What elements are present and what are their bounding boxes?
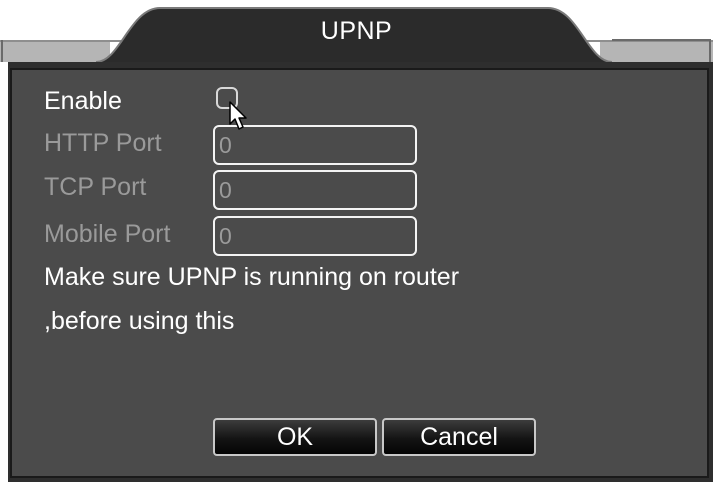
http-port-input[interactable] bbox=[219, 131, 409, 159]
tcp-port-field[interactable] bbox=[213, 170, 417, 210]
mouse-cursor-icon bbox=[229, 101, 247, 130]
tcp-port-input[interactable] bbox=[219, 176, 409, 204]
tcp-port-label: TCP Port bbox=[44, 173, 147, 201]
cancel-button[interactable]: Cancel bbox=[382, 418, 536, 456]
upnp-dialog: UPNP Enable HTTP Port TCP Port Mobile Po… bbox=[0, 0, 713, 482]
ok-button[interactable]: OK bbox=[213, 418, 377, 456]
mobile-port-field[interactable] bbox=[213, 216, 417, 256]
notice-line-2: ,before using this bbox=[44, 307, 235, 335]
mobile-port-label: Mobile Port bbox=[44, 220, 171, 248]
dialog-title: UPNP bbox=[320, 17, 393, 45]
mobile-port-input[interactable] bbox=[219, 222, 409, 250]
notice-line-1: Make sure UPNP is running on router bbox=[44, 263, 460, 291]
title-bar[interactable]: UPNP bbox=[0, 0, 713, 62]
enable-label: Enable bbox=[44, 87, 122, 115]
http-port-label: HTTP Port bbox=[44, 129, 162, 157]
